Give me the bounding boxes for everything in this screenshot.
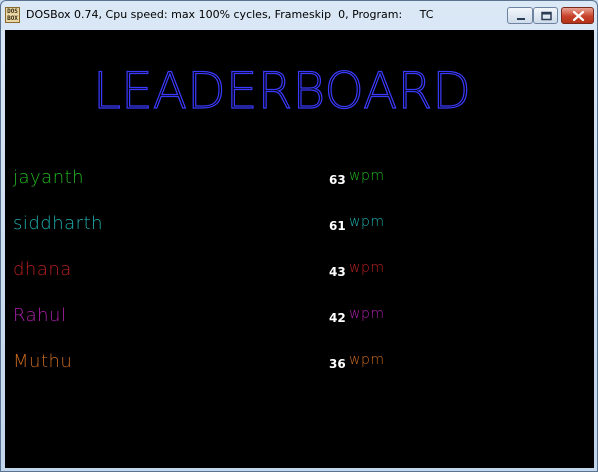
leaderboard-heading: LEADERBOARD [93,62,471,120]
minimize-icon [517,18,525,20]
dosbox-window: DOS BOX DOSBox 0.74, Cpu speed: max 100%… [0,0,598,472]
minimize-button[interactable] [507,7,533,24]
maximize-button[interactable] [533,7,558,24]
entry-score: 63 [329,173,346,187]
entry-score: 61 [329,219,346,233]
dosbox-app-icon[interactable]: DOS BOX [5,7,20,23]
entry-score: 36 [329,357,346,371]
close-button[interactable] [561,7,594,24]
title-bar[interactable]: DOS BOX DOSBox 0.74, Cpu speed: max 100%… [1,1,597,30]
entry-unit: wpm [349,168,385,184]
entry-name: jayanth [13,167,85,188]
close-icon [572,10,585,22]
entry-name: siddharth [13,213,104,234]
maximize-icon [541,11,552,21]
window-title: DOSBox 0.74, Cpu speed: max 100% cycles,… [26,8,434,21]
entry-unit: wpm [349,214,385,230]
entry-name: Rahul [13,305,67,326]
entry-name: Muthu [13,351,73,372]
app-icon-text: DOS BOX [7,8,18,22]
leaderboard-heading-graphic: LEADERBOARD [92,61,471,120]
entry-unit: wpm [349,306,385,322]
dos-screen[interactable]: LEADERBOARD jayanth 63 wpm siddharth 61 wpm dh… [5,30,594,468]
entry-unit: wpm [349,260,385,276]
entry-score: 42 [329,311,346,325]
entry-name: dhana [13,259,72,280]
entry-unit: wpm [349,352,385,368]
entry-score: 43 [329,265,346,279]
